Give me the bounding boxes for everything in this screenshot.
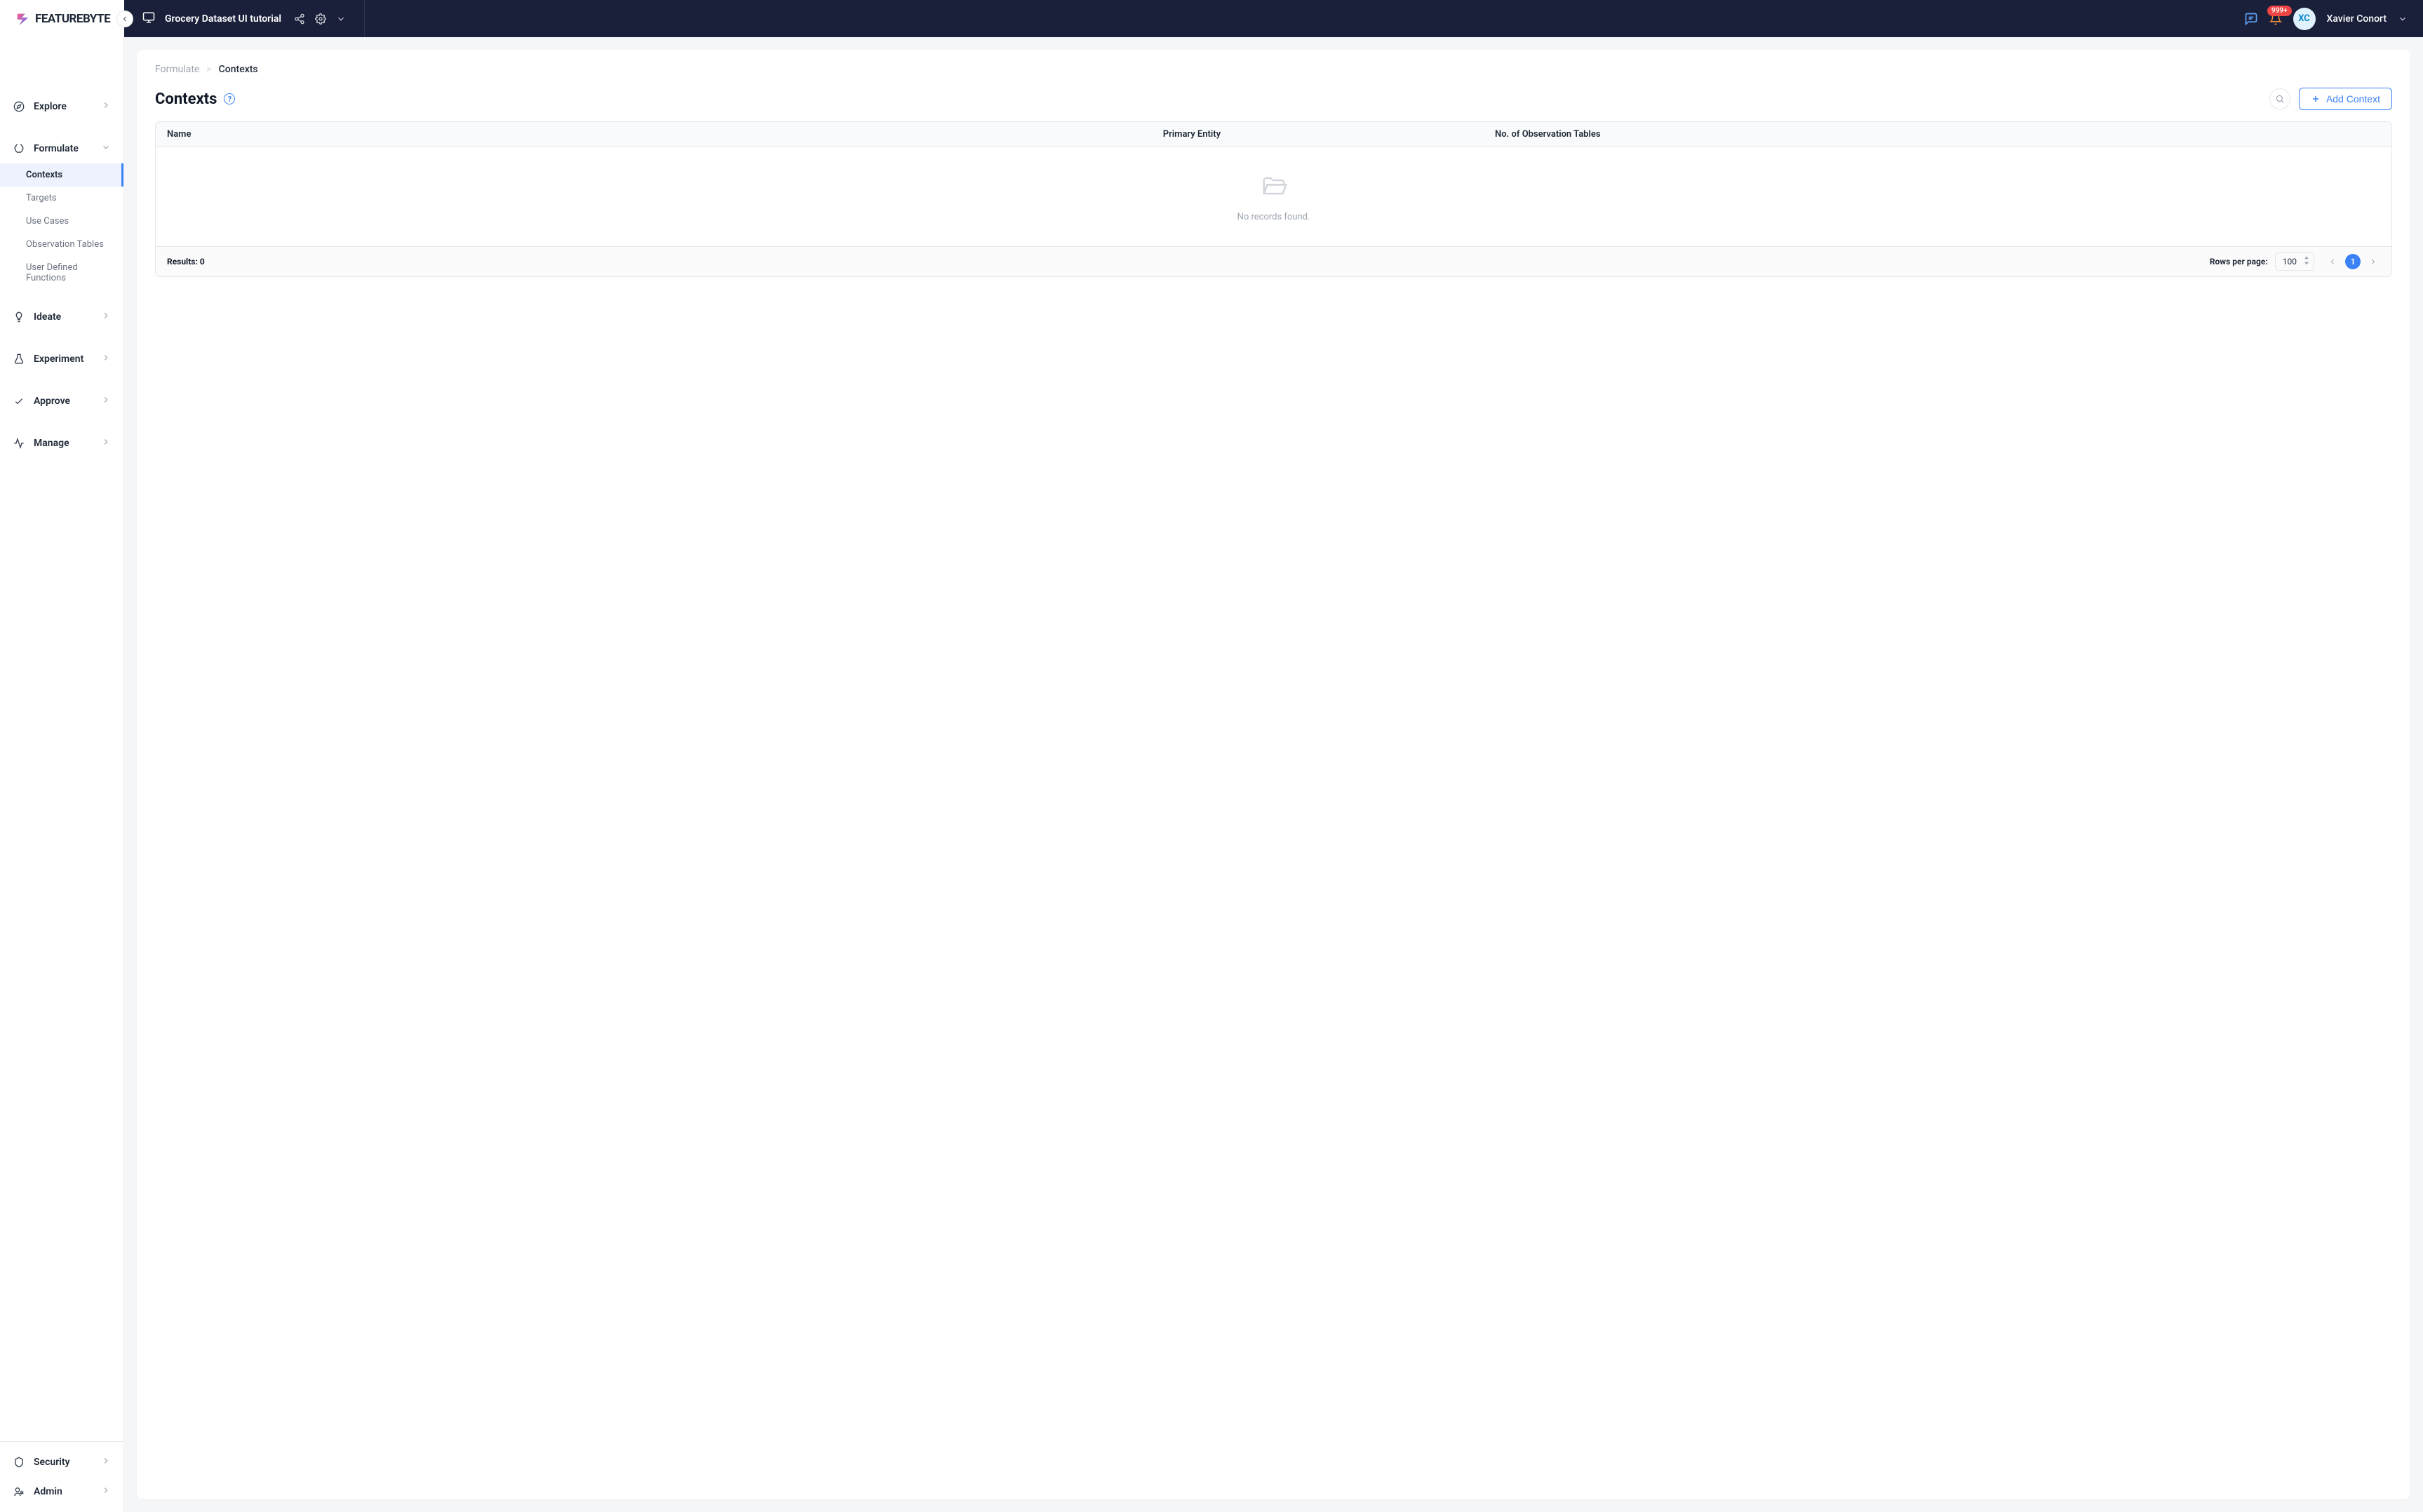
chevron-right-icon [101, 353, 111, 365]
nav-label: Ideate [34, 311, 61, 323]
results-count: Results: 0 [167, 257, 205, 266]
nav-label: Manage [34, 438, 69, 449]
flask-icon [13, 353, 25, 365]
chevron-left-icon [121, 15, 129, 23]
subnav-targets[interactable]: Targets [0, 187, 123, 210]
table-footer: Results: 0 Rows per page: 100 [156, 246, 2391, 276]
notifications-button[interactable]: 999+ [2269, 13, 2282, 25]
empty-state: No records found. [156, 147, 2391, 246]
check-icon [13, 396, 25, 407]
gear-icon[interactable] [315, 13, 326, 25]
brand-name: FEATUREBYTE [35, 12, 110, 26]
nav-label: Approve [34, 396, 70, 407]
nav-formulate[interactable]: Formulate [0, 134, 123, 163]
nav-label: Security [34, 1457, 70, 1468]
compass-icon [13, 101, 25, 112]
page-number-current[interactable]: 1 [2345, 254, 2361, 269]
share-icon[interactable] [294, 13, 305, 25]
breadcrumb-parent[interactable]: Formulate [155, 64, 199, 75]
search-button[interactable] [2269, 88, 2290, 109]
nav-manage[interactable]: Manage [0, 428, 123, 458]
pagination: 1 [2325, 254, 2380, 269]
subnav-user-defined-functions[interactable]: User Defined Functions [0, 256, 123, 290]
user-menu-chevron[interactable] [2398, 14, 2408, 24]
notification-badge: 999+ [2267, 6, 2292, 16]
search-icon [2275, 94, 2285, 104]
nav-label: Admin [34, 1486, 62, 1497]
help-icon[interactable]: ? [224, 93, 235, 104]
chevron-down-icon[interactable] [336, 14, 346, 24]
main-content: Formulate > Contexts Contexts ? [124, 37, 2423, 1512]
chevron-right-icon [101, 395, 111, 407]
brand-logo[interactable]: FEATUREBYTE [15, 11, 110, 27]
project-title[interactable]: Grocery Dataset UI tutorial [165, 13, 281, 25]
breadcrumb: Formulate > Contexts [137, 64, 2410, 75]
chevron-right-icon [101, 1456, 111, 1469]
plus-icon [2311, 94, 2321, 104]
page-title-wrap: Contexts ? [155, 90, 235, 108]
nav-experiment[interactable]: Experiment [0, 344, 123, 374]
col-header-primary-entity[interactable]: Primary Entity [1163, 129, 1495, 140]
chevron-down-icon [101, 142, 111, 155]
monitor-icon [142, 11, 155, 27]
nav-explore[interactable]: Explore [0, 92, 123, 121]
nav-label: Formulate [34, 143, 79, 154]
chevron-right-icon [2369, 257, 2377, 266]
subnav-use-cases[interactable]: Use Cases [0, 210, 123, 233]
page-next-button[interactable] [2366, 255, 2380, 269]
subnav-formulate: Contexts Targets Use Cases Observation T… [0, 163, 123, 290]
lightbulb-icon [13, 311, 25, 323]
user-name[interactable]: Xavier Conort [2327, 13, 2387, 25]
table-header: Name Primary Entity No. of Observation T… [156, 122, 2391, 147]
rows-per-page-value: 100 [2283, 257, 2297, 266]
empty-state-text: No records found. [1237, 212, 1310, 222]
chevron-right-icon [101, 100, 111, 113]
nav-label: Experiment [34, 353, 83, 365]
col-header-name[interactable]: Name [167, 129, 1163, 140]
admin-icon [13, 1486, 25, 1497]
shield-icon [13, 1457, 25, 1468]
brain-icon [13, 143, 25, 154]
featurebyte-logo-icon [15, 11, 31, 27]
nav-admin[interactable]: Admin [0, 1477, 123, 1506]
logo-section: FEATUREBYTE [0, 0, 124, 37]
collapse-sidebar-button[interactable] [116, 11, 133, 27]
topbar-right: 999+ XC Xavier Conort [2244, 8, 2423, 30]
sidebar: Explore Formulate Con [0, 37, 124, 1512]
subnav-contexts[interactable]: Contexts [0, 163, 123, 187]
page-title: Contexts [155, 90, 217, 108]
nav-approve[interactable]: Approve [0, 386, 123, 416]
chevron-right-icon [101, 437, 111, 450]
chevron-right-icon [101, 1485, 111, 1498]
topbar: FEATUREBYTE Grocery Dataset UI tutorial [0, 0, 2423, 37]
rows-per-page-select[interactable]: 100 [2275, 252, 2314, 271]
avatar[interactable]: XC [2293, 8, 2316, 30]
chevron-right-icon [101, 311, 111, 323]
subnav-observation-tables[interactable]: Observation Tables [0, 233, 123, 256]
nav-ideate[interactable]: Ideate [0, 302, 123, 332]
add-context-label: Add Context [2326, 93, 2380, 104]
chevron-down-icon [2398, 14, 2408, 24]
folder-open-icon [1258, 173, 1290, 202]
nav-label: Explore [34, 101, 67, 112]
chat-icon[interactable] [2244, 12, 2258, 26]
page-prev-button[interactable] [2325, 255, 2340, 269]
activity-icon [13, 438, 25, 449]
chevron-left-icon [2328, 257, 2337, 266]
contexts-table: Name Primary Entity No. of Observation T… [155, 121, 2392, 277]
breadcrumb-separator: > [206, 64, 211, 75]
rows-per-page-label: Rows per page: [2210, 257, 2268, 266]
nav-security[interactable]: Security [0, 1447, 123, 1477]
add-context-button[interactable]: Add Context [2299, 88, 2392, 110]
select-chevron-icon [2304, 257, 2309, 267]
breadcrumb-current: Contexts [219, 64, 258, 75]
col-header-observation-tables[interactable]: No. of Observation Tables [1495, 129, 2380, 140]
project-zone: Grocery Dataset UI tutorial [124, 0, 365, 37]
